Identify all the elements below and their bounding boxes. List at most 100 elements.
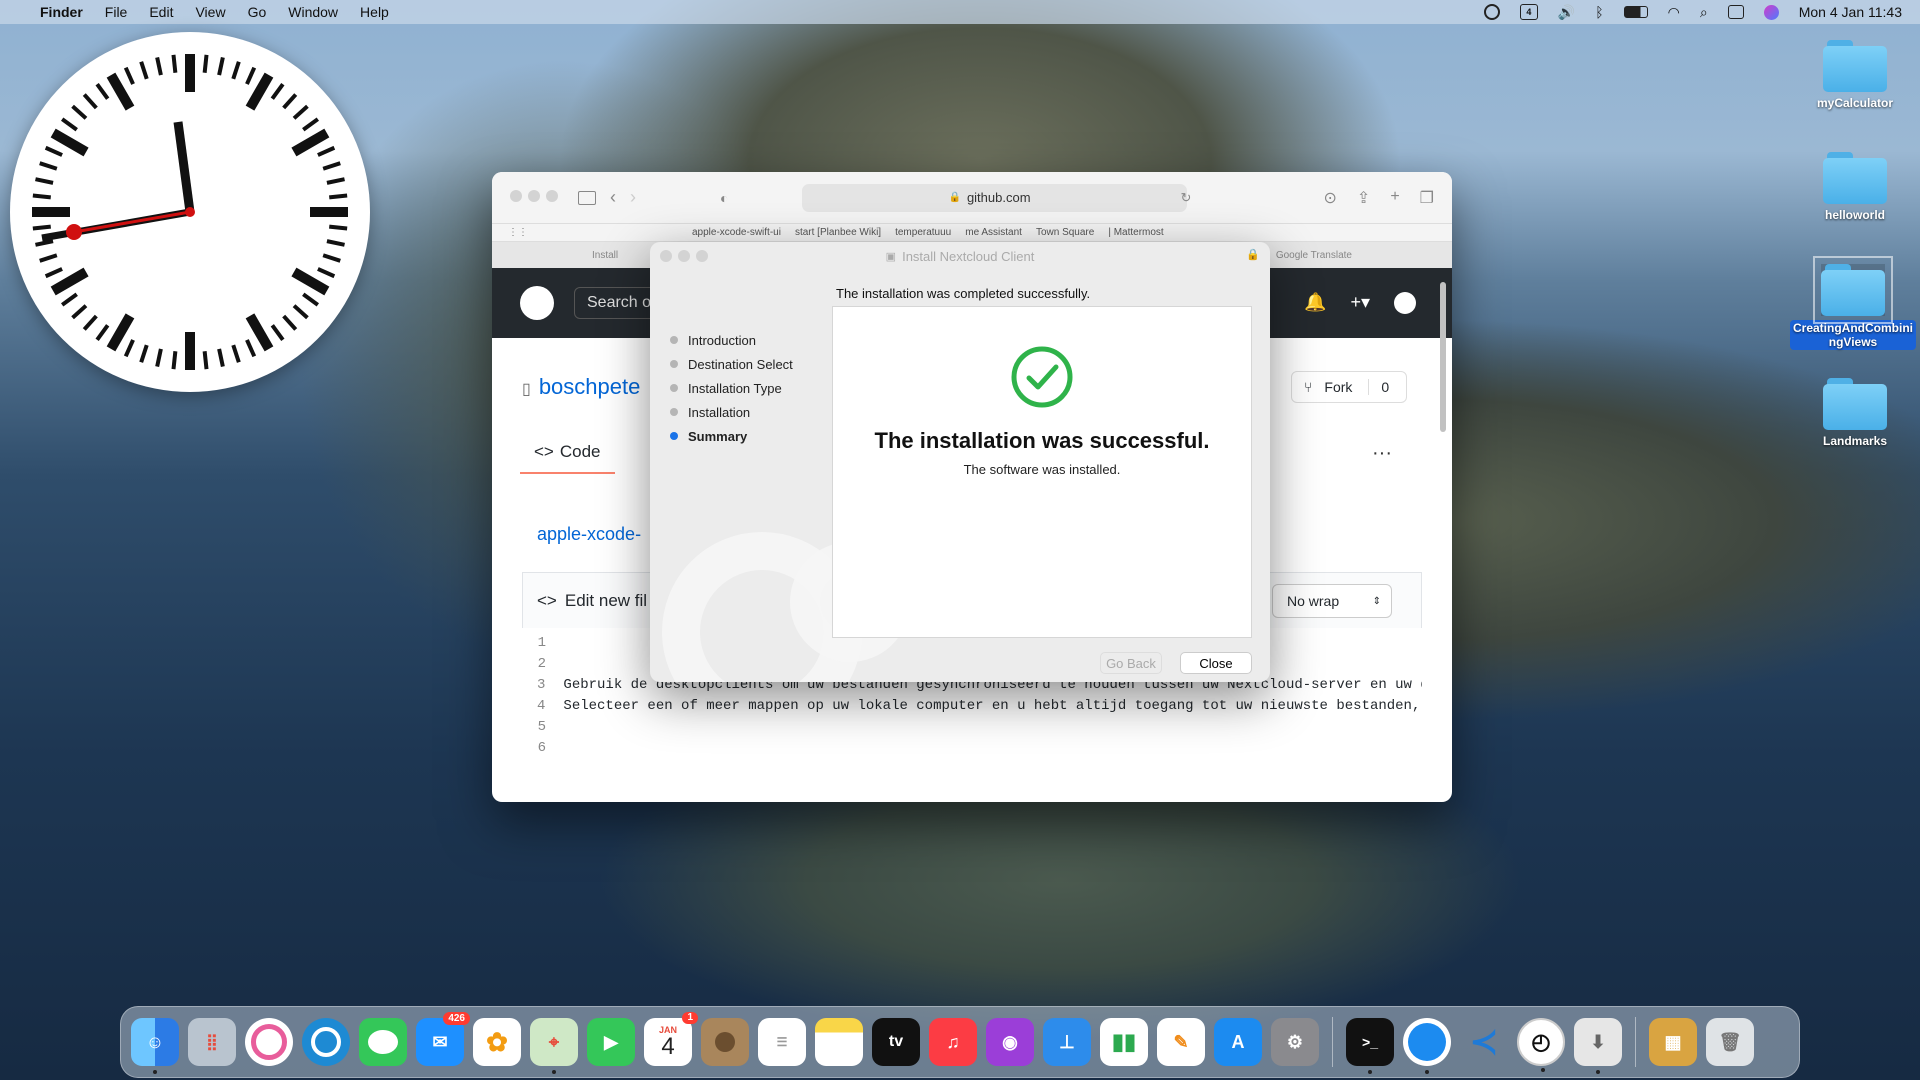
menu-edit[interactable]: Edit <box>149 4 173 20</box>
dock-pages[interactable]: ✎ <box>1157 1018 1205 1066</box>
dock-trash[interactable]: 🗑 <box>1706 1018 1754 1066</box>
wifi-icon[interactable]: ◠ <box>1668 4 1680 21</box>
bluetooth-icon[interactable]: ᛒ <box>1595 4 1603 20</box>
more-options-icon[interactable]: ··· <box>1372 442 1392 465</box>
safari-compass-icon <box>1408 1023 1446 1061</box>
siri-icon[interactable] <box>1763 4 1779 20</box>
menu-app-name[interactable]: Finder <box>40 4 83 20</box>
dock-system-preferences[interactable]: ⚙ <box>1271 1018 1319 1066</box>
music-note-icon: ♫ <box>946 1031 960 1052</box>
desktop-folder-mycalculator[interactable]: myCalculator <box>1790 40 1920 110</box>
reload-icon[interactable]: ↻ <box>1181 190 1192 206</box>
dock-vscode[interactable]: ≺ <box>1460 1018 1508 1066</box>
favorite-link[interactable]: start [Planbee Wiki] <box>795 227 881 238</box>
tab-overview-icon[interactable]: ❐ <box>1420 188 1434 208</box>
forward-chevron-icon[interactable]: › <box>630 187 636 208</box>
close-button[interactable]: Close <box>1180 652 1252 674</box>
menu-go[interactable]: Go <box>248 4 267 20</box>
window-controls[interactable] <box>510 189 564 207</box>
menu-window[interactable]: Window <box>288 4 338 20</box>
dock-facetime[interactable]: ▶ <box>587 1018 635 1066</box>
notifications-bell-icon[interactable]: 🔔 <box>1304 292 1326 314</box>
clock-tick <box>171 351 178 370</box>
back-chevron-icon[interactable]: ‹ <box>610 187 616 208</box>
dock-numbers[interactable]: ▮▮ <box>1100 1018 1148 1066</box>
dock-music[interactable]: ♫ <box>929 1018 977 1066</box>
edit-file-label[interactable]: Edit new fil <box>565 591 647 611</box>
dock-contacts[interactable] <box>701 1018 749 1066</box>
summary-pane: The installation was successful. The sof… <box>832 306 1252 638</box>
dock-terminal[interactable]: >_ <box>1346 1018 1394 1074</box>
dock-mail[interactable]: ✉ 426 <box>416 1012 470 1066</box>
favorite-link[interactable]: temperatuuu <box>895 227 951 238</box>
dock-reminders[interactable]: ☰ <box>758 1018 806 1066</box>
dock-installer[interactable]: ⬇ <box>1574 1018 1622 1074</box>
scrollbar[interactable] <box>1440 282 1446 432</box>
tab-code[interactable]: <> Code <box>520 442 615 474</box>
github-logo-icon[interactable] <box>520 286 554 320</box>
spotlight-search-icon[interactable]: ⌕ <box>1700 4 1708 21</box>
dock-maps[interactable]: ⌖ <box>530 1018 578 1074</box>
clock-tick <box>95 82 110 100</box>
calendar-menu-icon[interactable]: 4 <box>1519 4 1538 20</box>
menu-clock[interactable]: Mon 4 Jan 11:43 <box>1799 4 1902 20</box>
desktop-folder-landmarks[interactable]: Landmarks <box>1790 378 1920 448</box>
dock-finder[interactable]: ☺ <box>131 1018 179 1074</box>
dock-app-circle[interactable] <box>245 1018 293 1066</box>
fork-button[interactable]: ⑂ Fork 0 <box>1291 371 1407 403</box>
control-center-icon[interactable] <box>1727 5 1744 19</box>
new-tab-icon[interactable]: + <box>1390 188 1399 208</box>
privacy-shield-icon[interactable]: ◐ <box>720 190 728 206</box>
dock-keynote[interactable]: ⊥ <box>1043 1018 1091 1066</box>
lock-icon: 🔒 <box>948 192 961 203</box>
clock-tick <box>326 239 345 247</box>
dock-messages[interactable] <box>359 1018 407 1066</box>
user-avatar[interactable] <box>1394 292 1416 314</box>
clock-tick <box>123 339 135 358</box>
address-bar[interactable]: 🔒 github.com ↻ <box>802 183 1191 212</box>
tab-install[interactable]: Install <box>592 250 618 261</box>
desktop-folder-label: CreatingAndCombiningViews <box>1790 320 1916 350</box>
dock-podcasts[interactable]: ◉ <box>986 1018 1034 1066</box>
clock-tick <box>71 304 88 320</box>
dock-app-ring[interactable] <box>302 1018 350 1066</box>
menu-help[interactable]: Help <box>360 4 389 20</box>
repo-owner-link[interactable]: boschpete <box>539 374 641 399</box>
clock-tick <box>317 145 336 157</box>
app-store-icon: A <box>1231 1031 1245 1052</box>
tab-google-translate[interactable]: Google Translate <box>1276 250 1352 261</box>
create-new-plus-icon[interactable]: +▾ <box>1350 292 1370 314</box>
finder-icon: ☺ <box>145 1031 165 1052</box>
battery-icon[interactable] <box>1623 6 1648 18</box>
menu-file[interactable]: File <box>105 4 128 20</box>
sidebar-toggle-icon[interactable] <box>578 190 596 205</box>
favorite-link[interactable]: | Mattermost <box>1108 227 1163 238</box>
dock-calendar[interactable]: JAN 4 1 <box>644 1012 698 1066</box>
dock-app-store[interactable]: A <box>1214 1018 1262 1066</box>
repo-title[interactable]: ▯ boschpete <box>522 374 640 400</box>
go-back-button[interactable]: Go Back <box>1100 652 1162 674</box>
dock-launchpad[interactable]: ⣿ <box>188 1018 236 1066</box>
favorite-link[interactable]: Town Square <box>1036 227 1094 238</box>
favorite-link[interactable]: apple-xcode-swift-ui <box>692 227 781 238</box>
safari-toolbar: ‹ › ◐ 🔒 github.com ↻ ⊙ ⇪ + ❐ <box>492 172 1452 224</box>
desktop-folder-helloworld[interactable]: helloworld <box>1790 152 1920 222</box>
dock-downloads-stack[interactable]: ▦ <box>1649 1018 1697 1066</box>
favorites-grid-icon[interactable]: ⋮⋮ <box>508 227 528 238</box>
downloads-icon[interactable]: ⊙ <box>1324 188 1337 208</box>
desktop-folder-creatingandcombiningviews[interactable]: CreatingAndCombiningViews <box>1790 256 1916 350</box>
dock-clock[interactable]: ◴ <box>1517 1018 1565 1072</box>
dock-apple-tv[interactable]: tv <box>872 1018 920 1066</box>
installer-window-controls[interactable] <box>660 250 714 265</box>
status-app-icon[interactable] <box>1483 4 1500 20</box>
dock-safari[interactable] <box>1403 1018 1451 1074</box>
branch-link[interactable]: apple-xcode- <box>537 524 641 545</box>
dock-notes[interactable] <box>815 1018 863 1066</box>
favorite-link[interactable]: me Assistant <box>965 227 1022 238</box>
wrap-mode-select[interactable]: No wrap ⇕ <box>1272 584 1392 618</box>
clock-icon: ◴ <box>1531 1029 1551 1054</box>
volume-icon[interactable]: 🔊 <box>1558 4 1575 21</box>
menu-view[interactable]: View <box>195 4 225 20</box>
dock-photos[interactable]: ✿ <box>473 1018 521 1066</box>
share-icon[interactable]: ⇪ <box>1357 188 1370 208</box>
